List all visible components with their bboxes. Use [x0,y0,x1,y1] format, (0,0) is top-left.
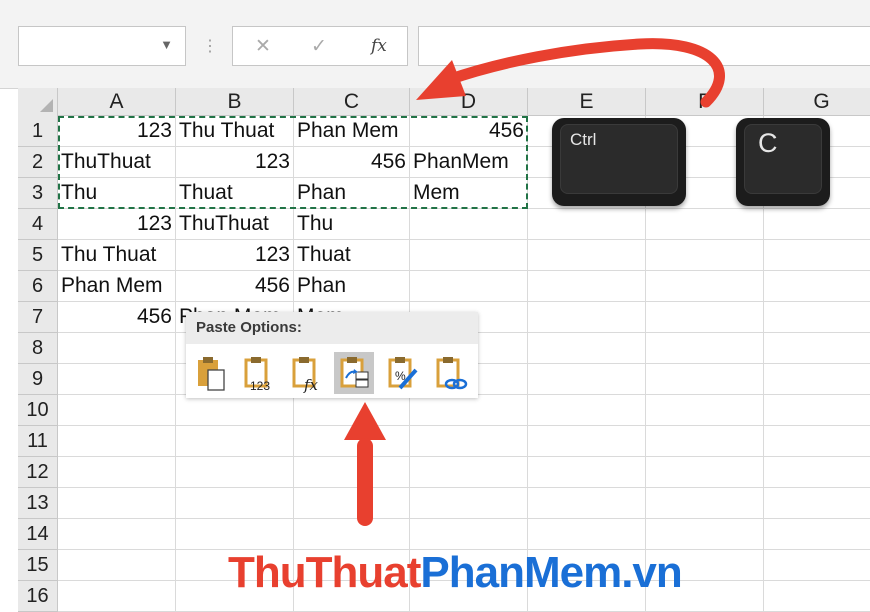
cell-d13[interactable] [410,488,528,519]
cell-g14[interactable] [764,519,870,550]
row-header-14[interactable]: 14 [18,519,58,550]
cell-e9[interactable] [528,364,646,395]
cell-f14[interactable] [646,519,764,550]
cell-f13[interactable] [646,488,764,519]
cell-a13[interactable] [58,488,176,519]
cell-f11[interactable] [646,426,764,457]
cell-a9[interactable] [58,364,176,395]
cell-g16[interactable] [764,581,870,612]
cell-d10[interactable] [410,395,528,426]
paste-link-icon[interactable] [430,352,470,394]
cell-g8[interactable] [764,333,870,364]
cell-b11[interactable] [176,426,294,457]
paste-values-badge: 123 [250,379,270,393]
cell-e10[interactable] [528,395,646,426]
cell-e14[interactable] [528,519,646,550]
row-header-10[interactable]: 10 [18,395,58,426]
row-header-5[interactable]: 5 [18,240,58,271]
row-header-6[interactable]: 6 [18,271,58,302]
paste-options-panel: Paste Options: 123 fx % [186,312,478,398]
watermark-logo: ThuThuatPhanMem.vn [228,548,683,597]
ctrl-key-icon: Ctrl [552,118,686,206]
cell-b5[interactable]: 123 [176,240,294,271]
cell-e5[interactable] [528,240,646,271]
paste-values-icon[interactable]: 123 [238,352,278,394]
cell-g12[interactable] [764,457,870,488]
cell-b14[interactable] [176,519,294,550]
cell-a7[interactable]: 456 [58,302,176,333]
row-header-7[interactable]: 7 [18,302,58,333]
cell-e13[interactable] [528,488,646,519]
cell-g15[interactable] [764,550,870,581]
cell-d11[interactable] [410,426,528,457]
cell-c4[interactable]: Thu [294,209,410,240]
paste-formatting-icon[interactable]: % [382,352,422,394]
cell-c6[interactable]: Phan [294,271,410,302]
cell-e7[interactable] [528,302,646,333]
cell-b10[interactable] [176,395,294,426]
c-key-icon: C [736,118,830,206]
cell-c5[interactable]: Thuat [294,240,410,271]
paste-icon[interactable] [190,352,230,394]
cell-a5[interactable]: Thu Thuat [58,240,176,271]
row-header-4[interactable]: 4 [18,209,58,240]
row-header-11[interactable]: 11 [18,426,58,457]
cell-f4[interactable] [646,209,764,240]
cell-d12[interactable] [410,457,528,488]
cell-g10[interactable] [764,395,870,426]
cell-d6[interactable] [410,271,528,302]
cell-g11[interactable] [764,426,870,457]
cell-a11[interactable] [58,426,176,457]
ctrl-key-label: Ctrl [570,130,597,149]
cell-f9[interactable] [646,364,764,395]
cell-a15[interactable] [58,550,176,581]
cell-a16[interactable] [58,581,176,612]
cell-b6[interactable]: 456 [176,271,294,302]
cell-g9[interactable] [764,364,870,395]
cell-g7[interactable] [764,302,870,333]
cell-a12[interactable] [58,457,176,488]
cell-b13[interactable] [176,488,294,519]
row-header-9[interactable]: 9 [18,364,58,395]
paste-options-title: Paste Options: [186,312,478,344]
cell-e12[interactable] [528,457,646,488]
cell-e6[interactable] [528,271,646,302]
paste-formulas-badge: fx [303,376,319,394]
cell-f12[interactable] [646,457,764,488]
cell-g13[interactable] [764,488,870,519]
cell-g4[interactable] [764,209,870,240]
row-header-8[interactable]: 8 [18,333,58,364]
cell-a6[interactable]: Phan Mem [58,271,176,302]
cell-b4[interactable]: ThuThuat [176,209,294,240]
cell-f5[interactable] [646,240,764,271]
cell-e4[interactable] [528,209,646,240]
cell-f8[interactable] [646,333,764,364]
cell-f10[interactable] [646,395,764,426]
worksheet-grid: A B C D E F G 1 2 3 4 5 6 7 8 9 10 11 12 13 14 15 16 12… [0,38,870,612]
cell-a14[interactable] [58,519,176,550]
row-header-16[interactable]: 16 [18,581,58,612]
cell-e8[interactable] [528,333,646,364]
cell-f6[interactable] [646,271,764,302]
cell-a4[interactable]: 123 [58,209,176,240]
row-header-15[interactable]: 15 [18,550,58,581]
paste-formulas-icon[interactable]: fx [286,352,326,394]
cell-f7[interactable] [646,302,764,333]
cell-d14[interactable] [410,519,528,550]
cell-a8[interactable] [58,333,176,364]
cell-g6[interactable] [764,271,870,302]
cell-b12[interactable] [176,457,294,488]
up-arrow-icon [344,402,386,526]
cell-e11[interactable] [528,426,646,457]
c-key-label: C [758,128,778,158]
paste-transpose-icon[interactable] [334,352,374,394]
cell-a10[interactable] [58,395,176,426]
cell-d5[interactable] [410,240,528,271]
cell-g5[interactable] [764,240,870,271]
row-header-12[interactable]: 12 [18,457,58,488]
row-header-13[interactable]: 13 [18,488,58,519]
cell-d4[interactable] [410,209,528,240]
